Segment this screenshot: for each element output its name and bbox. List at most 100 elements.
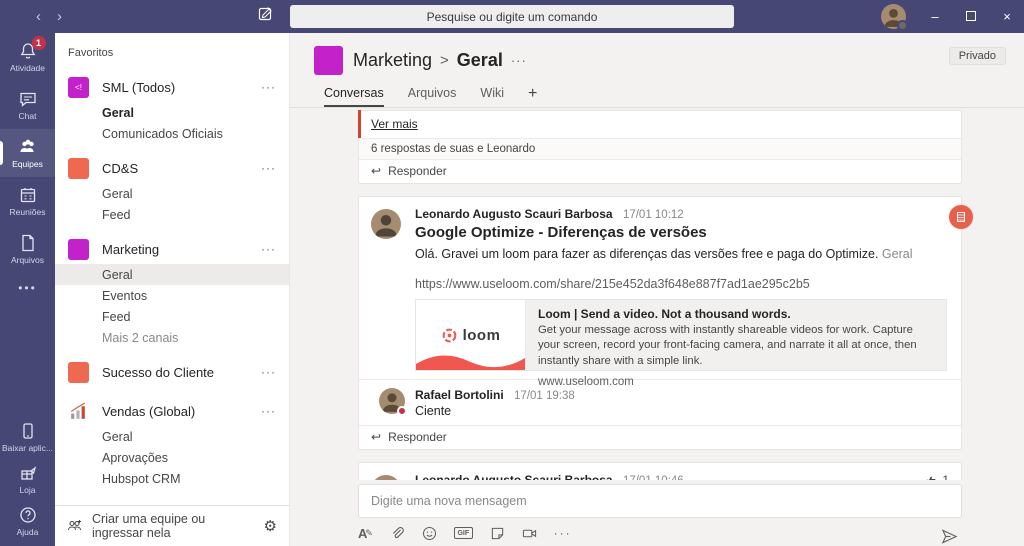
thread-card-top: Ver mais 6 respostas de suas e Leonardo … — [358, 110, 962, 184]
maximize-button[interactable] — [964, 9, 978, 24]
message-timestamp: 17/01 10:12 — [622, 209, 684, 221]
channel-marketing-geral[interactable]: Geral — [55, 264, 289, 285]
link-preview-description: Get your message across with instantly s… — [538, 324, 917, 367]
rail-item-equipes[interactable]: Equipes — [0, 129, 55, 177]
channel-vendas-aprovacoes[interactable]: Aprovações — [55, 447, 289, 468]
team-sml: <! SML (Todos) ··· Geral Comunicados Ofi… — [55, 72, 289, 144]
favorites-header: Favoritos — [68, 47, 114, 59]
loom-wordmark: loom — [462, 326, 501, 344]
add-team-icon — [67, 518, 83, 534]
channel-vendas-geral[interactable]: Geral — [55, 426, 289, 447]
message-list[interactable]: Ver mais 6 respostas de suas e Leonardo … — [290, 108, 1024, 480]
more-options-icon[interactable]: ··· — [261, 80, 276, 94]
sticker-icon[interactable] — [490, 525, 505, 541]
rail-item-chat[interactable]: Chat — [0, 81, 55, 129]
new-chat-icon[interactable] — [258, 6, 274, 27]
more-options-icon[interactable]: ··· — [261, 404, 276, 418]
team-avatar-sml: <! — [68, 76, 89, 98]
search-input[interactable]: Pesquise ou digite um comando — [290, 5, 734, 28]
more-options-icon[interactable]: ··· — [261, 242, 276, 256]
team-avatar-vendas-chart — [68, 400, 89, 422]
channel-sml-geral[interactable]: Geral — [55, 102, 289, 123]
send-icon[interactable] — [941, 528, 958, 546]
team-vendas: Vendas (Global) ··· Geral Aprovações Hub… — [55, 396, 289, 489]
rail-more-icon[interactable]: ••• — [0, 273, 55, 303]
presence-badge — [897, 20, 908, 31]
breadcrumb: Marketing > Geral ··· — [353, 50, 527, 71]
message-input[interactable] — [358, 484, 962, 518]
create-or-join-team[interactable]: Criar uma equipe ou ingressar nela ⚙ — [55, 505, 289, 546]
teams-icon — [18, 137, 38, 157]
meet-now-icon[interactable] — [522, 525, 537, 541]
attach-icon[interactable] — [390, 525, 405, 541]
forward-icon[interactable]: › — [57, 9, 62, 24]
reply-arrow-icon: ↩ — [371, 164, 382, 178]
team-sucesso: Sucesso do Cliente ··· — [55, 357, 289, 387]
rail-item-reunioes[interactable]: Reuniões — [0, 177, 55, 225]
rail-item-loja[interactable]: Loja — [0, 458, 55, 500]
team-row-marketing[interactable]: Marketing ··· — [55, 234, 289, 264]
channel-team-avatar — [314, 45, 343, 75]
reply-row[interactable]: ↩ Responder — [359, 425, 961, 449]
team-row-cds[interactable]: CD&S ··· — [55, 153, 289, 183]
more-options-icon[interactable]: ··· — [261, 161, 276, 175]
link-preview-title: Loom | Send a video. Not a thousand word… — [538, 307, 791, 322]
avatar[interactable] — [371, 209, 401, 239]
busy-presence-badge — [397, 406, 407, 417]
breadcrumb-team[interactable]: Marketing — [353, 50, 432, 71]
tab-conversas[interactable]: Conversas — [324, 86, 384, 107]
channel-marketing-feed[interactable]: Feed — [55, 306, 289, 327]
link-preview-info: Loom | Send a video. Not a thousand word… — [526, 300, 946, 388]
team-row-vendas[interactable]: Vendas (Global) ··· — [55, 396, 289, 426]
link-preview-card[interactable]: loom Loom | Send a video. Not a thousand… — [415, 299, 947, 388]
channel-vendas-hubspot[interactable]: Hubspot CRM — [55, 468, 289, 489]
reply-author[interactable]: Rafael Bortolini — [415, 388, 504, 402]
emoji-icon[interactable] — [422, 525, 437, 541]
message-subject: Google Optimize - Diferenças de versões — [415, 224, 707, 241]
rail-item-ajuda[interactable]: Ajuda — [0, 500, 55, 542]
red-sticker-icon — [949, 205, 973, 229]
user-avatar[interactable] — [881, 4, 908, 31]
link-preview-url: www.useloom.com — [538, 375, 634, 388]
back-icon[interactable]: ‹ — [36, 9, 41, 24]
replies-summary[interactable]: 6 respostas de suas e Leonardo — [359, 138, 961, 159]
avatar[interactable] — [379, 388, 407, 417]
files-icon — [18, 233, 38, 253]
message-author[interactable]: Leonardo Augusto Scauri Barbosa — [415, 473, 613, 480]
team-row-sucesso[interactable]: Sucesso do Cliente ··· — [55, 357, 289, 387]
channel-header: Marketing > Geral ··· Privado Conversas … — [290, 33, 1024, 108]
download-app-icon — [18, 421, 38, 441]
breadcrumb-channel: Geral — [456, 49, 503, 70]
format-icon[interactable]: A ✎ — [358, 525, 373, 541]
add-tab-icon[interactable]: + — [528, 85, 537, 107]
rail-item-baixar-app[interactable]: Baixar aplic... — [0, 416, 55, 458]
channel-marketing-mais[interactable]: Mais 2 canais — [55, 327, 289, 348]
channel-cds-feed[interactable]: Feed — [55, 204, 289, 225]
channel-mention[interactable]: Geral — [882, 247, 913, 261]
more-options-icon[interactable]: ··· — [261, 365, 276, 379]
channel-cds-geral[interactable]: Geral — [55, 183, 289, 204]
loom-logo-icon — [441, 327, 458, 344]
close-button[interactable]: × — [1000, 9, 1014, 24]
message-card-1: Leonardo Augusto Scauri Barbosa 17/01 10… — [358, 196, 973, 451]
gif-icon[interactable]: GIF — [453, 525, 473, 541]
team-row-sml[interactable]: <! SML (Todos) ··· — [55, 72, 289, 102]
gear-icon[interactable]: ⚙ — [264, 517, 277, 535]
channel-more-icon[interactable]: ··· — [511, 53, 527, 68]
rail-item-atividade[interactable]: 1 Atividade — [0, 33, 55, 81]
minimize-button[interactable]: – — [928, 9, 942, 24]
message-link[interactable]: https://www.useloom.com/share/215e452da3… — [415, 277, 947, 291]
link-preview-thumbnail: loom — [416, 300, 526, 371]
reply-row[interactable]: ↩ Responder — [359, 159, 961, 183]
more-options-icon[interactable]: ··· — [554, 525, 572, 541]
channel-sml-comunicados[interactable]: Comunicados Oficiais — [55, 123, 289, 144]
team-avatar-sucesso — [68, 361, 89, 383]
message-author[interactable]: Leonardo Augusto Scauri Barbosa — [415, 207, 613, 221]
rail-item-arquivos[interactable]: Arquivos — [0, 225, 55, 273]
tab-wiki[interactable]: Wiki — [480, 86, 504, 107]
help-icon — [18, 505, 38, 525]
channel-view: Marketing > Geral ··· Privado Conversas … — [290, 33, 1024, 546]
ver-mais-link[interactable]: Ver mais — [371, 117, 418, 131]
channel-marketing-eventos[interactable]: Eventos — [55, 285, 289, 306]
tab-arquivos[interactable]: Arquivos — [408, 86, 457, 107]
